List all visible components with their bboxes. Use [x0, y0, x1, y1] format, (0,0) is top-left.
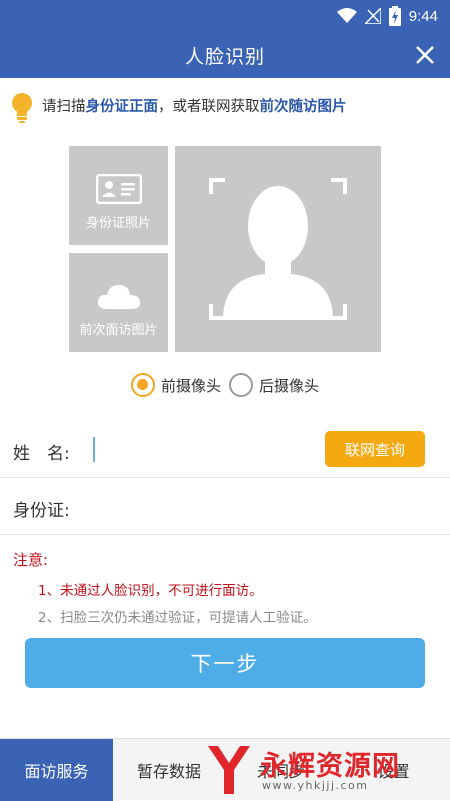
id-field-row: 身份证:: [0, 478, 450, 535]
tab-saved-data[interactable]: 暂存数据: [113, 739, 225, 801]
close-button[interactable]: [408, 38, 442, 72]
rear-camera-radio-dot[interactable]: [229, 373, 253, 397]
name-input[interactable]: [93, 437, 95, 462]
notice-title: 注意:: [13, 551, 49, 569]
notice-item-2: 2、扫脸三次仍未通过验证，可提请人工验证。: [38, 610, 317, 626]
tab-unsynced[interactable]: 未同步: [225, 739, 337, 801]
tab-interview-service[interactable]: 面访服务: [0, 739, 113, 801]
online-query-button[interactable]: 联网查询: [325, 431, 425, 467]
hint-part2: ，或者联网获取: [158, 99, 260, 115]
close-icon: [416, 46, 434, 64]
hint-highlight-previous: 前次随访图片: [259, 99, 347, 115]
hint-part1: 请扫描: [42, 99, 86, 115]
page-title: 人脸识别: [184, 46, 265, 68]
camera-selector: 前摄像头 后摄像头: [0, 370, 450, 400]
face-frame-icon: [209, 178, 347, 320]
notice-item-1: 1、未通过人脸识别，不可进行面访。: [38, 583, 263, 599]
cloud-icon: [97, 285, 140, 309]
previous-visit-photo-label: 前次面访图片: [79, 323, 158, 338]
hint-row: 请扫描身份证正面，或者联网获取前次随访图片: [0, 86, 450, 126]
front-camera-radio[interactable]: 前摄像头: [130, 373, 221, 397]
rear-camera-label: 后摄像头: [259, 376, 320, 395]
status-bar: 9:44: [0, 0, 450, 32]
signal-off-icon: [364, 8, 381, 24]
hint-text: 请扫描身份证正面，或者联网获取前次随访图片: [42, 95, 347, 116]
id-input[interactable]: [93, 492, 413, 520]
id-card-icon: [96, 174, 142, 204]
id-card-photo[interactable]: 身份证照片: [69, 146, 168, 245]
face-scan-area[interactable]: [175, 146, 381, 352]
bottom-tab-bar: 面访服务 暂存数据 未同步 设置: [0, 738, 450, 801]
front-camera-radio-dot[interactable]: [130, 373, 155, 397]
tab-settings[interactable]: 设置: [337, 739, 450, 801]
battery-charging-icon: [388, 6, 401, 26]
status-time: 9:44: [408, 7, 438, 25]
status-icons: 9:44: [336, 6, 438, 26]
name-label: 姓 名:: [13, 444, 70, 464]
front-camera-label: 前摄像头: [160, 376, 221, 395]
next-step-button[interactable]: 下一步: [25, 638, 425, 688]
rear-camera-radio[interactable]: 后摄像头: [229, 373, 319, 397]
id-card-photo-label: 身份证照片: [85, 216, 151, 231]
title-bar: 人脸识别: [0, 32, 450, 78]
id-label: 身份证:: [13, 501, 70, 521]
hint-highlight-id-card: 身份证正面: [85, 99, 159, 115]
lightbulb-icon: [12, 93, 32, 123]
wifi-icon: [336, 8, 357, 23]
previous-visit-photo[interactable]: 前次面访图片: [69, 253, 168, 352]
